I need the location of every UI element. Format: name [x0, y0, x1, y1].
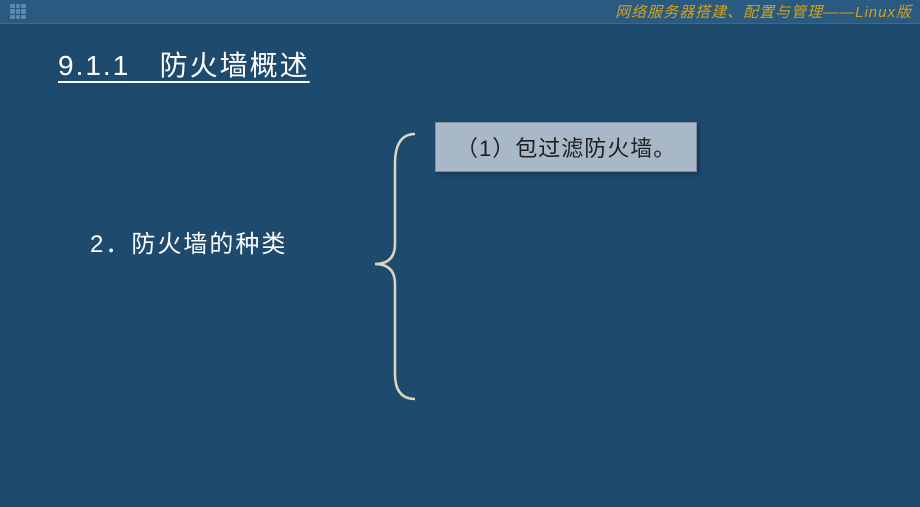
- header-title-suffix: Linux版: [855, 4, 912, 21]
- subtitle-text: 防火墙的种类: [131, 231, 287, 258]
- header-title-prefix: 网络服务器搭建、配置与管理: [615, 4, 823, 21]
- header-title-separator: ——: [823, 4, 855, 21]
- subtitle: 2．防火墙的种类: [90, 224, 287, 259]
- callout-number: （1）: [456, 136, 515, 161]
- callout-box: （1）包过滤防火墙。: [435, 122, 697, 172]
- header-bar: 网络服务器搭建、配置与管理——Linux版: [0, 0, 920, 24]
- header-title: 网络服务器搭建、配置与管理——Linux版: [615, 1, 912, 22]
- section-title: 9.1.1 防火墙概述: [58, 44, 870, 84]
- body-area: 2．防火墙的种类 （1）包过滤防火墙。: [50, 144, 870, 259]
- section-title-text: 防火墙概述: [160, 50, 310, 81]
- callout-text: 包过滤防火墙。: [515, 136, 676, 161]
- section-number: 9.1.1: [58, 50, 130, 81]
- slide-content: 9.1.1 防火墙概述 2．防火墙的种类 （1）包过滤防火墙。: [0, 24, 920, 507]
- grid-menu-icon[interactable]: [8, 2, 28, 22]
- curly-brace-icon: [360, 124, 430, 404]
- subtitle-number: 2．: [90, 231, 131, 258]
